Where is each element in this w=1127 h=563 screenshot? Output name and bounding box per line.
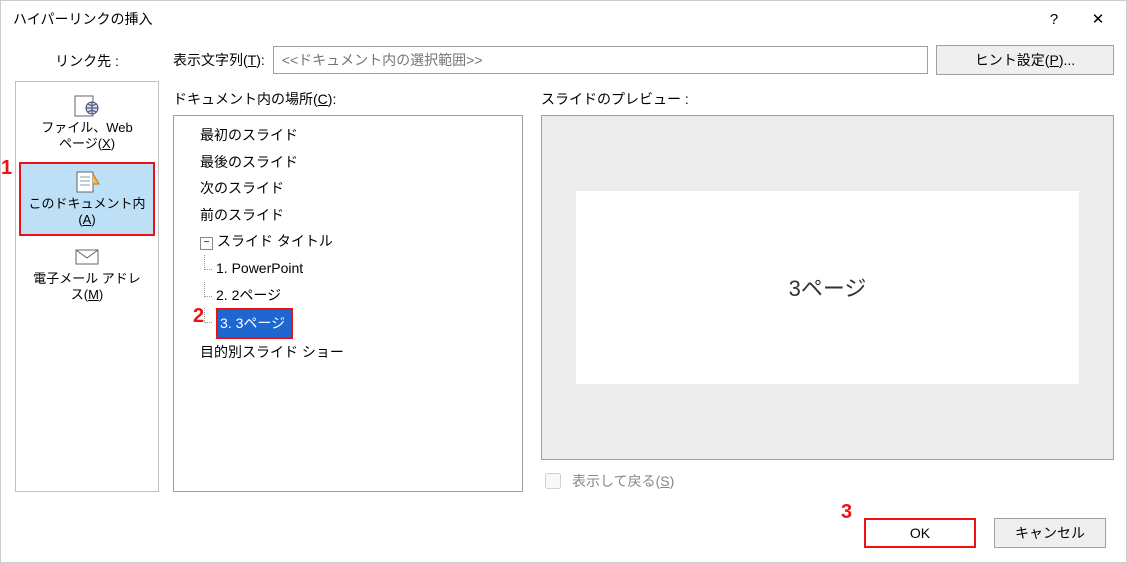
dialog-footer: OK キャンセル <box>864 518 1106 548</box>
link-to-this-document[interactable]: このドキュメント内 (A) <box>19 162 155 237</box>
link-to-file-web[interactable]: ファイル、Web ページ(X) <box>19 87 155 160</box>
tree-item-slide-2[interactable]: 2. 2ページ <box>200 282 516 309</box>
preview-column: スライドのプレビュー : 3ページ 表示して戻る(S) <box>541 89 1114 492</box>
collapse-icon[interactable]: − <box>200 237 213 250</box>
link-to-this-document-l1: このドキュメント内 <box>28 196 145 212</box>
titlebar-buttons: ? ✕ <box>1032 4 1120 34</box>
location-tree[interactable]: 最初のスライド 最後のスライド 次のスライド 前のスライド −スライド タイトル… <box>173 115 523 492</box>
close-icon: ✕ <box>1092 10 1105 28</box>
link-to-panel: ファイル、Web ページ(X) このドキュメント内 (A) 電子メール アドレ … <box>15 81 159 492</box>
tree-item-first-slide[interactable]: 最初のスライド <box>184 122 516 149</box>
slide-preview-text: 3ページ <box>789 271 867 303</box>
show-and-return-checkbox[interactable] <box>545 473 561 489</box>
show-and-return-label: 表示して戻る(S) <box>572 471 674 491</box>
tree-item-slide-titles[interactable]: −スライド タイトル 1. PowerPoint 2. 2ページ 3. 3ページ <box>184 228 516 338</box>
display-text-label: 表示文字列(T): <box>173 50 265 70</box>
close-button[interactable]: ✕ <box>1076 4 1120 34</box>
link-to-column: リンク先 : ファイル、Web ページ(X) このドキュメント内 (A) <box>13 45 161 492</box>
link-to-email-l2: ス(M) <box>71 287 104 303</box>
dialog-body: リンク先 : ファイル、Web ページ(X) このドキュメント内 (A) <box>1 37 1126 562</box>
tree-item-slide-1[interactable]: 1. PowerPoint <box>200 255 516 282</box>
annotation-1: 1 <box>1 157 12 180</box>
cancel-button[interactable]: キャンセル <box>994 518 1106 548</box>
preview-label: スライドのプレビュー : <box>541 89 1114 109</box>
ok-button[interactable]: OK <box>864 518 976 548</box>
document-target-icon <box>73 170 101 194</box>
tree-item-last-slide[interactable]: 最後のスライド <box>184 149 516 176</box>
tree-item-custom-shows[interactable]: 目的別スライド ショー <box>184 339 516 366</box>
location-label: ドキュメント内の場所(C): <box>173 89 523 109</box>
main-column: 表示文字列(T): ヒント設定(P)... ドキュメント内の場所(C): 最初の… <box>173 45 1114 492</box>
globe-page-icon <box>73 94 101 118</box>
location-column: ドキュメント内の場所(C): 最初のスライド 最後のスライド 次のスライド 前の… <box>173 89 523 492</box>
help-icon: ? <box>1050 11 1058 28</box>
tree-item-next-slide[interactable]: 次のスライド <box>184 175 516 202</box>
link-to-email[interactable]: 電子メール アドレ ス(M) <box>19 238 155 311</box>
titlebar: ハイパーリンクの挿入 ? ✕ <box>1 1 1126 37</box>
annotation-2: 2 <box>193 305 204 328</box>
slide-preview-content: 3ページ <box>576 191 1078 383</box>
envelope-icon <box>73 245 101 269</box>
link-to-this-document-l2: (A) <box>78 212 95 228</box>
slide-preview: 3ページ <box>541 115 1114 460</box>
insert-hyperlink-dialog: ハイパーリンクの挿入 ? ✕ リンク先 : ファイル、Web ページ(X) <box>0 0 1127 563</box>
link-to-email-l1: 電子メール アドレ <box>33 271 141 287</box>
dialog-title: ハイパーリンクの挿入 <box>13 9 152 29</box>
mid-row: ドキュメント内の場所(C): 最初のスライド 最後のスライド 次のスライド 前の… <box>173 89 1114 492</box>
help-button[interactable]: ? <box>1032 4 1076 34</box>
screen-tip-button[interactable]: ヒント設定(P)... <box>936 45 1114 75</box>
annotation-3: 3 <box>841 501 852 524</box>
display-text-input[interactable] <box>273 46 928 74</box>
link-to-file-web-l1: ファイル、Web <box>41 120 133 136</box>
tree-item-prev-slide[interactable]: 前のスライド <box>184 202 516 229</box>
link-to-label: リンク先 : <box>55 51 119 71</box>
link-to-file-web-l2: ページ(X) <box>59 136 115 152</box>
tree-item-slide-3[interactable]: 3. 3ページ <box>200 308 516 339</box>
display-text-row: 表示文字列(T): ヒント設定(P)... <box>173 45 1114 75</box>
show-and-return-row[interactable]: 表示して戻る(S) <box>541 470 1114 492</box>
